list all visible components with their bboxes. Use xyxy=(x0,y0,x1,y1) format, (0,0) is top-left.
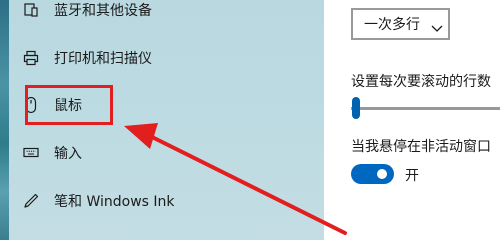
annotation-arrow xyxy=(124,123,347,235)
